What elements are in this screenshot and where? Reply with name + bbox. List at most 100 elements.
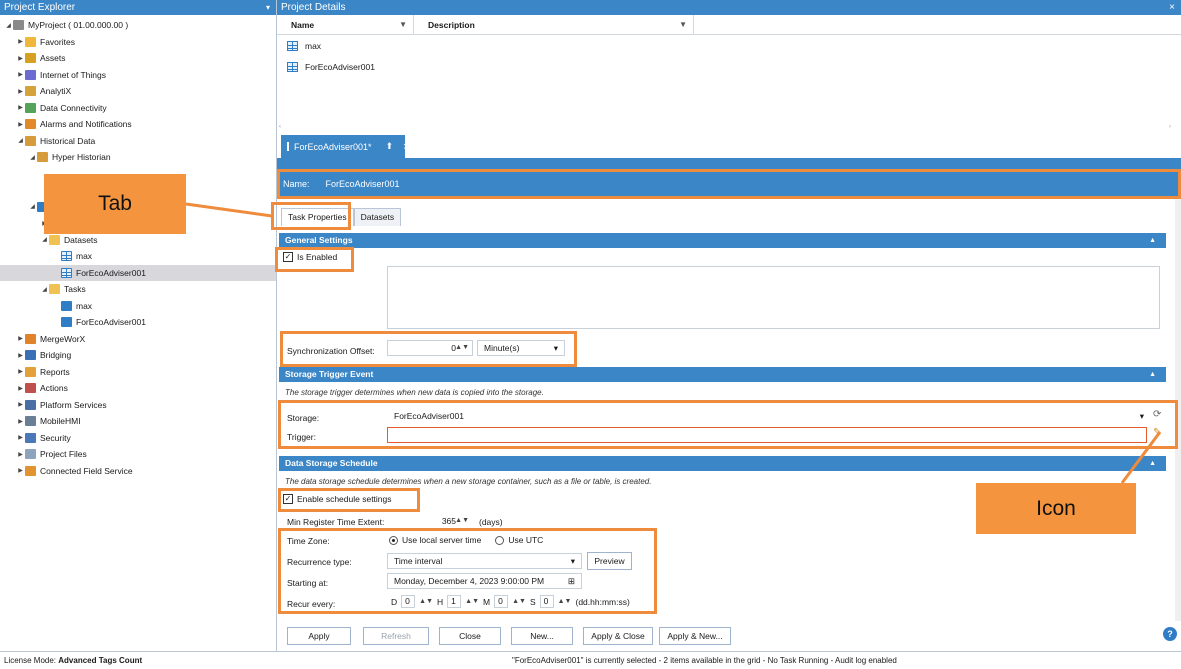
days-input[interactable]: 0: [401, 595, 416, 608]
scroll-left-icon[interactable]: ‹: [279, 124, 281, 130]
tree-item[interactable]: ◢ Historical Data: [0, 133, 276, 150]
collapse-arrow-icon[interactable]: ◢: [40, 236, 49, 243]
tree-item[interactable]: max: [0, 298, 276, 315]
expand-arrow-icon[interactable]: ▶: [16, 55, 25, 62]
expand-arrow-icon[interactable]: ▶: [16, 385, 25, 392]
expand-arrow-icon[interactable]: ▶: [16, 121, 25, 128]
tree-item[interactable]: ▶ Connected Field Service: [0, 463, 276, 480]
apply-and-new-button[interactable]: Apply & New...: [659, 627, 731, 645]
expand-arrow-icon[interactable]: ▶: [16, 38, 25, 45]
radio-dot[interactable]: [495, 535, 505, 545]
spin-icon[interactable]: ▲▼: [512, 598, 526, 605]
tree-item[interactable]: ▶ Assets: [0, 50, 276, 67]
sync-offset-stepper[interactable]: 0 ▲▼: [387, 340, 473, 356]
data-storage-schedule-header[interactable]: Data Storage Schedule ▲: [279, 456, 1166, 471]
sync-unit-select[interactable]: Minute(s) ▾: [477, 340, 565, 356]
expand-arrow-icon[interactable]: ▶: [16, 71, 25, 78]
tree-item[interactable]: ▶ MergeWorX: [0, 331, 276, 348]
apply-button[interactable]: Apply: [287, 627, 351, 645]
close-icon[interactable]: ×: [1169, 0, 1175, 15]
enable-schedule-checkbox[interactable]: ✓ Enable schedule settings: [283, 494, 392, 504]
expand-arrow-icon[interactable]: ▶: [16, 401, 25, 408]
refresh-icon[interactable]: ⟳: [1153, 409, 1161, 420]
edit-trigger-icon[interactable]: ✎: [1153, 427, 1161, 438]
tree-item[interactable]: ▶ Security: [0, 430, 276, 447]
tree-item[interactable]: ▶ Project Files: [0, 446, 276, 463]
tree-item[interactable]: ForEcoAdviser001: [0, 264, 276, 281]
scroll-right-icon[interactable]: ›: [1169, 124, 1171, 130]
collapse-arrow-icon[interactable]: ◢: [4, 22, 13, 29]
new-button[interactable]: New...: [511, 627, 573, 645]
pane-menu-icon[interactable]: ▾: [266, 0, 270, 15]
collapse-arrow-icon[interactable]: ◢: [28, 203, 37, 210]
recurrence-type-select[interactable]: Time interval ▾: [387, 553, 582, 569]
tree-item[interactable]: ▶ Platform Services: [0, 397, 276, 414]
tree-item[interactable]: ◢ MyProject ( 01.00.000.00 ): [0, 17, 276, 34]
tree-item[interactable]: ▶ Reports: [0, 364, 276, 381]
name-field[interactable]: ForEcoAdviser001: [326, 179, 400, 189]
collapse-icon[interactable]: ▲: [1149, 233, 1156, 248]
close-button[interactable]: Close: [439, 627, 501, 645]
tab-task-properties[interactable]: Task Properties: [281, 208, 354, 226]
pin-icon[interactable]: ⬆: [386, 141, 394, 152]
radio-dot[interactable]: [389, 535, 398, 545]
spin-icon[interactable]: ▲▼: [455, 514, 469, 528]
seconds-input[interactable]: 0: [539, 595, 554, 608]
expand-arrow-icon[interactable]: ▶: [16, 88, 25, 95]
storage-select[interactable]: ForEcoAdviser001 ▾: [387, 408, 1147, 424]
expand-arrow-icon[interactable]: ▶: [16, 335, 25, 342]
collapse-arrow-icon[interactable]: ◢: [16, 137, 25, 144]
vertical-scrollbar[interactable]: [1175, 196, 1181, 621]
grid-row[interactable]: ForEcoAdviser001: [277, 56, 1181, 77]
tree-item[interactable]: max: [0, 248, 276, 265]
help-icon[interactable]: ?: [1163, 627, 1177, 641]
expand-arrow-icon[interactable]: ▶: [16, 104, 25, 111]
tree-item[interactable]: ▶ Internet of Things: [0, 67, 276, 84]
tree-item[interactable]: ▶ Data Connectivity: [0, 100, 276, 117]
tree-item[interactable]: ▶ Alarms and Notifications: [0, 116, 276, 133]
column-header-description[interactable]: Description ▼: [414, 15, 694, 35]
min-register-stepper[interactable]: 365 ▲▼: [387, 513, 473, 529]
spin-icon[interactable]: ▲▼: [419, 598, 433, 605]
expand-arrow-icon[interactable]: ▶: [16, 467, 25, 474]
preview-button[interactable]: Preview: [587, 552, 632, 570]
expand-arrow-icon[interactable]: ▶: [16, 368, 25, 375]
tree-item[interactable]: ForEcoAdviser001: [0, 314, 276, 331]
is-enabled-checkbox[interactable]: ✓ Is Enabled: [283, 252, 337, 262]
collapse-arrow-icon[interactable]: ◢: [40, 286, 49, 293]
filter-icon[interactable]: ▼: [679, 15, 687, 35]
trigger-field[interactable]: [387, 427, 1147, 443]
checkbox-box[interactable]: ✓: [283, 494, 293, 504]
hours-input[interactable]: 1: [447, 595, 462, 608]
grid-row[interactable]: max: [277, 35, 1181, 56]
calendar-icon[interactable]: ⊞: [568, 574, 575, 588]
tab-datasets[interactable]: Datasets: [353, 208, 402, 226]
tree-item[interactable]: ◢ Hyper Historian: [0, 149, 276, 166]
tree-item[interactable]: ▶ Favorites: [0, 34, 276, 51]
apply-and-close-button[interactable]: Apply & Close: [583, 627, 653, 645]
tree-item[interactable]: ▶ Actions: [0, 380, 276, 397]
horizontal-scrollbar[interactable]: ‹ ›: [277, 124, 1181, 132]
tree-item[interactable]: ▶ MobileHMI: [0, 413, 276, 430]
collapse-arrow-icon[interactable]: ◢: [28, 154, 37, 161]
radio-utc[interactable]: Use UTC: [495, 535, 543, 545]
general-settings-header[interactable]: General Settings ▲: [279, 233, 1166, 248]
tree-item[interactable]: ▶ Bridging: [0, 347, 276, 364]
collapse-icon[interactable]: ▲: [1149, 367, 1156, 382]
radio-local-time[interactable]: Use local server time: [389, 535, 481, 545]
expand-arrow-icon[interactable]: ▶: [16, 418, 25, 425]
storage-trigger-header[interactable]: Storage Trigger Event ▲: [279, 367, 1166, 382]
expand-arrow-icon[interactable]: ▶: [16, 352, 25, 359]
expand-arrow-icon[interactable]: ▶: [16, 451, 25, 458]
spin-icon[interactable]: ▲▼: [455, 341, 469, 355]
collapse-icon[interactable]: ▲: [1149, 456, 1156, 471]
document-tab[interactable]: ForEcoAdviser001 * ⬆ ×: [281, 135, 410, 158]
starting-at-field[interactable]: Monday, December 4, 2023 9:00:00 PM ⊞: [387, 573, 582, 589]
minutes-input[interactable]: 0: [494, 595, 509, 608]
expand-arrow-icon[interactable]: ▶: [16, 434, 25, 441]
close-icon[interactable]: ×: [403, 141, 409, 153]
filter-icon[interactable]: ▼: [399, 15, 407, 35]
checkbox-box[interactable]: ✓: [283, 252, 293, 262]
column-header-name[interactable]: Name ▼: [277, 15, 414, 35]
tree-item[interactable]: ◢ Tasks: [0, 281, 276, 298]
